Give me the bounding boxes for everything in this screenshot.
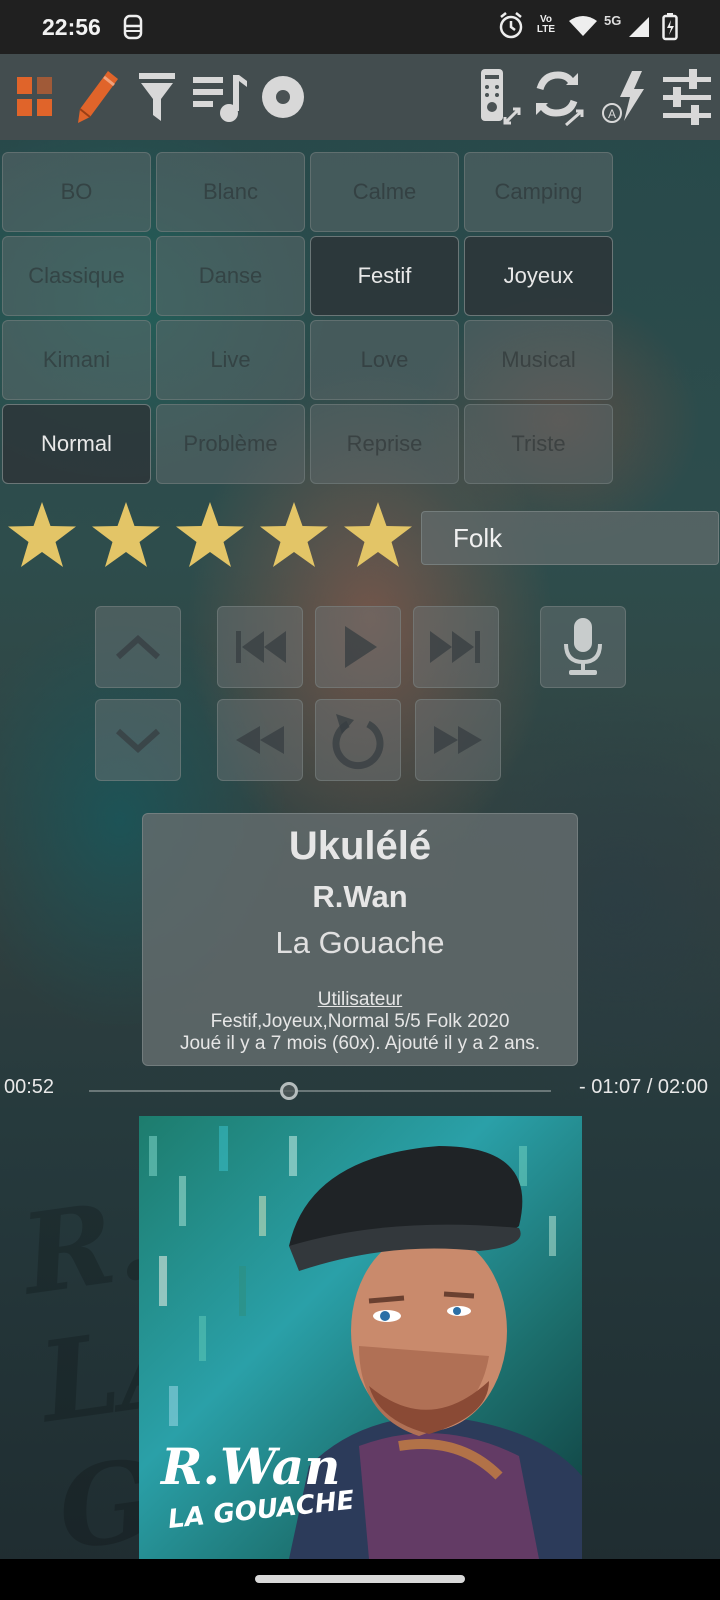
style-field[interactable]: Folk — [421, 511, 719, 565]
status-bar: 22:56 Vo LTE 5G — [0, 0, 720, 54]
genre-button-calme[interactable]: Calme — [310, 152, 459, 232]
play-button[interactable] — [315, 606, 401, 688]
grid-icon[interactable] — [0, 62, 70, 132]
move-up-button[interactable] — [95, 606, 181, 688]
genre-button-triste[interactable]: Triste — [464, 404, 613, 484]
cellular-icon — [628, 16, 650, 43]
sync-icon[interactable] — [524, 62, 594, 132]
skip-next-icon — [430, 631, 480, 663]
microphone-icon — [564, 618, 602, 675]
genre-button-love[interactable]: Love — [310, 320, 459, 400]
play-icon — [345, 626, 377, 668]
status-time: 22:56 — [42, 14, 101, 40]
move-down-button[interactable] — [95, 699, 181, 781]
navigation-bar — [0, 1559, 720, 1600]
genre-button-danse[interactable]: Danse — [156, 236, 305, 316]
star-icon-1[interactable] — [6, 500, 78, 572]
remaining-time: - 01:07 / 02:00 — [579, 1076, 708, 1098]
user-link[interactable]: Utilisateur — [143, 989, 577, 1011]
track-artist[interactable]: R.Wan — [143, 879, 577, 915]
genre-button-blanc[interactable]: Blanc — [156, 152, 305, 232]
skip-previous-icon — [236, 631, 286, 663]
microphone-button[interactable] — [540, 606, 626, 688]
rewind-button[interactable] — [217, 699, 303, 781]
chevron-down-icon — [115, 728, 161, 754]
fast-forward-button[interactable] — [415, 699, 501, 781]
genre-button-probleme[interactable]: Problème — [156, 404, 305, 484]
genre-button-live[interactable]: Live — [156, 320, 305, 400]
genre-button-camping[interactable]: Camping — [464, 152, 613, 232]
track-album[interactable]: La Gouache — [143, 925, 577, 961]
album-cover[interactable]: R.Wan LA GOUACHE — [139, 1116, 582, 1559]
star-icon-5[interactable] — [342, 500, 414, 572]
genre-button-musical[interactable]: Musical — [464, 320, 613, 400]
auto-flash-icon[interactable]: A — [590, 62, 660, 132]
genre-button-joyeux[interactable]: Joyeux — [464, 236, 613, 316]
notification-icon — [122, 14, 144, 45]
genre-button-classique[interactable]: Classique — [2, 236, 151, 316]
genre-button-kimani[interactable]: Kimani — [2, 320, 151, 400]
track-title: Ukulélé — [288, 824, 432, 868]
skip-previous-button[interactable] — [217, 606, 303, 688]
replay-icon — [332, 714, 384, 770]
genre-button-normal[interactable]: Normal — [2, 404, 151, 484]
remote-icon[interactable] — [462, 62, 532, 132]
toolbar: A — [0, 54, 720, 140]
track-info-panel: Ukulélé R.Wan La Gouache Utilisateur Fes… — [142, 813, 578, 1066]
album-cover-art: R.Wan LA GOUACHE — [139, 1116, 582, 1559]
disc-icon[interactable] — [248, 62, 318, 132]
wifi-icon — [568, 15, 598, 42]
track-tags-line: Festif,Joyeux,Normal 5/5 Folk 2020 — [210, 1011, 510, 1032]
seek-bar[interactable] — [89, 1090, 551, 1092]
fast-forward-icon — [434, 726, 482, 754]
volte-icon: Vo LTE — [536, 14, 556, 35]
genre-button-festif[interactable]: Festif — [310, 236, 459, 316]
filter-icon[interactable] — [122, 62, 192, 132]
genre-button-bo[interactable]: BO — [2, 152, 151, 232]
seek-thumb[interactable] — [280, 1082, 299, 1100]
track-history-line: Joué il y a 7 mois (60x). Ajouté il y a … — [179, 1033, 541, 1054]
star-icon-3[interactable] — [174, 500, 246, 572]
replay-button[interactable] — [315, 699, 401, 781]
home-gesture-bar[interactable] — [255, 1575, 465, 1583]
chevron-up-icon — [115, 634, 161, 660]
rewind-icon — [236, 726, 284, 754]
genre-button-reprise[interactable]: Reprise — [310, 404, 459, 484]
svg-text:A: A — [608, 107, 616, 121]
battery-icon — [662, 13, 678, 46]
elapsed-time: 00:52 — [4, 1076, 55, 1098]
alarm-icon — [498, 12, 524, 45]
star-icon-4[interactable] — [258, 500, 330, 572]
star-icon-2[interactable] — [90, 500, 162, 572]
cover-logo-text: R.Wan — [159, 1437, 341, 1496]
skip-next-button[interactable] — [413, 606, 499, 688]
playlist-icon[interactable] — [184, 62, 254, 132]
sliders-icon[interactable] — [652, 62, 720, 132]
network-type: 5G — [604, 13, 622, 28]
